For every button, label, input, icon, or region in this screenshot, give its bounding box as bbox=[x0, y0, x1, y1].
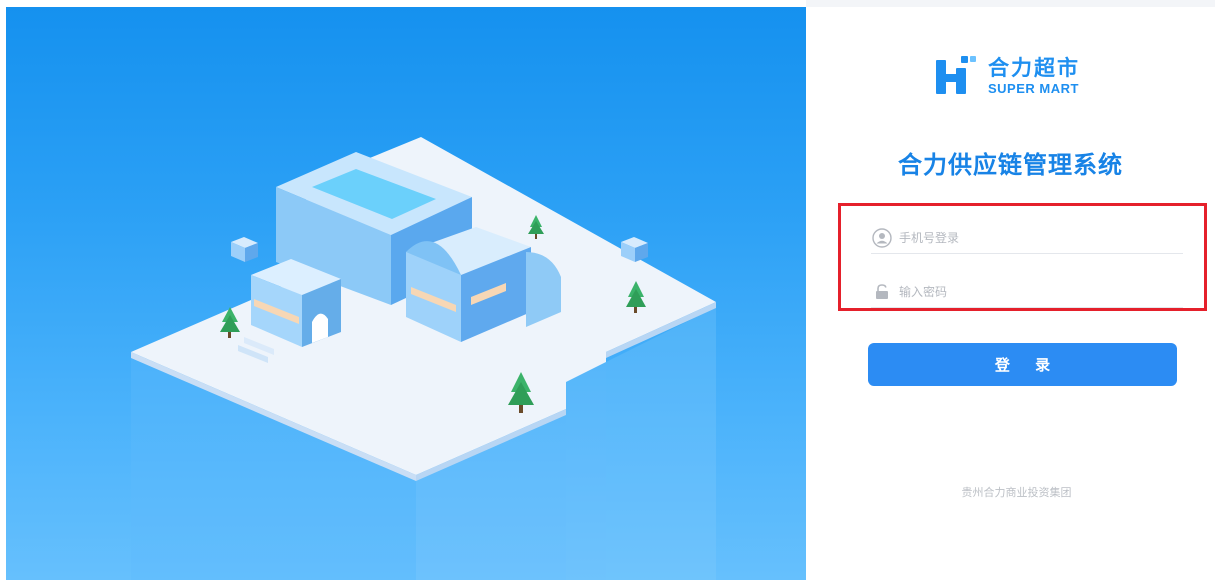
login-form-highlight bbox=[838, 203, 1207, 311]
phone-input[interactable] bbox=[899, 231, 1169, 245]
password-field bbox=[871, 277, 1183, 308]
cargo-box-left bbox=[231, 237, 258, 262]
system-title: 合力供应链管理系统 bbox=[898, 151, 1123, 179]
login-panel: 合力超市 SUPER MART 合力供应链管理系统 手机号登录 登 录 贵州合力… bbox=[806, 7, 1215, 580]
brand-name-cn: 合力超市 bbox=[988, 55, 1080, 80]
lock-icon bbox=[871, 281, 893, 303]
hi-logo-icon bbox=[936, 56, 976, 94]
brand-logo: 合力超市 SUPER MART bbox=[934, 53, 1080, 99]
footer-company: 贵州合力商业投资集团 bbox=[961, 486, 1072, 499]
phone-field bbox=[871, 223, 1183, 254]
login-button[interactable]: 登 录 bbox=[868, 343, 1177, 386]
brand-name-en: SUPER MART bbox=[988, 80, 1079, 96]
platform-reflection-edge bbox=[566, 362, 606, 580]
isometric-supermarket-illustration bbox=[131, 137, 716, 580]
password-input[interactable] bbox=[899, 285, 1169, 299]
user-icon bbox=[871, 227, 893, 249]
hero-illustration bbox=[6, 7, 806, 580]
top-strip bbox=[806, 0, 1215, 7]
